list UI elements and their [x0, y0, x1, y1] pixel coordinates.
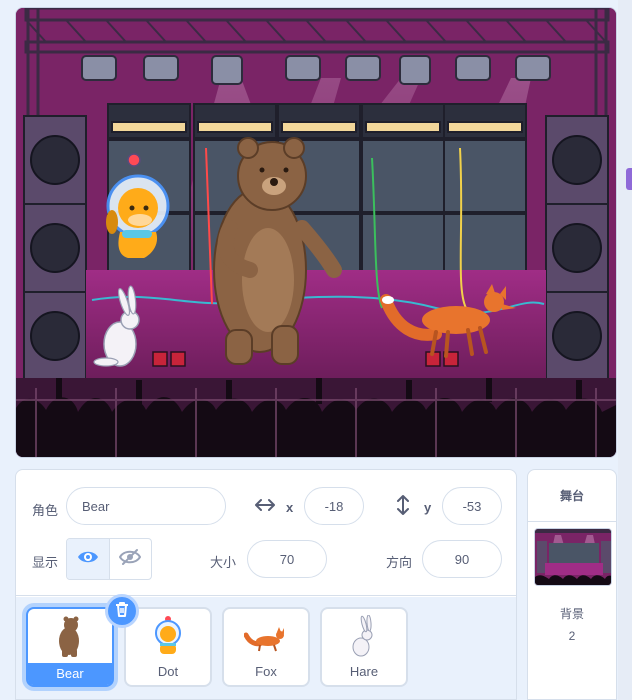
direction-label: 方向	[386, 555, 413, 570]
sprite-name: Dot	[157, 664, 179, 679]
sprite-name-input[interactable]: Bear	[66, 487, 226, 525]
direction-input[interactable]: 90	[422, 540, 502, 578]
stage-target-panel[interactable]: 舞台 背景 2	[527, 469, 617, 700]
show-label: 显示	[32, 555, 59, 570]
y-label: y	[424, 500, 432, 515]
eye-icon	[77, 549, 99, 570]
hare-thumbnail	[322, 615, 406, 659]
sprite-name: Hare	[349, 664, 379, 679]
sprite-tile-hare[interactable]: Hare	[320, 607, 408, 687]
size-value: 70	[279, 551, 295, 567]
sprite-name: Bear	[28, 663, 112, 685]
sprite-list: Bear Dot Fox Hare	[16, 597, 516, 699]
scroll-nub[interactable]	[626, 168, 632, 190]
sprite-info-panel: 角色 Bear x -18 y -53 显示 大小 70 方向 90 Bear …	[15, 469, 517, 700]
y-value: -53	[462, 498, 482, 514]
hide-sprite-button[interactable]	[108, 539, 152, 579]
sprite-tile-dot[interactable]: Dot	[124, 607, 212, 687]
window-edge	[618, 0, 632, 700]
y-arrows-icon	[396, 494, 410, 521]
stage-panel-title: 舞台	[528, 470, 616, 522]
show-sprite-button[interactable]	[67, 539, 109, 579]
sprite-tile-bear[interactable]: Bear	[26, 607, 114, 687]
visibility-toggle	[66, 538, 152, 580]
sprite-name-value: Bear	[82, 498, 110, 514]
x-value: -18	[324, 498, 344, 514]
eye-slash-icon	[119, 548, 142, 571]
dot-thumbnail	[126, 615, 210, 659]
y-input[interactable]: -53	[442, 487, 502, 525]
direction-value: 90	[454, 551, 470, 567]
concert-backdrop	[16, 8, 616, 457]
stage-canvas[interactable]	[15, 7, 617, 458]
sprite-tile-fox[interactable]: Fox	[222, 607, 310, 687]
stage-backdrop-thumbnail[interactable]	[534, 528, 612, 586]
trash-icon	[115, 601, 129, 622]
sprite-name: Fox	[255, 664, 277, 679]
fox-thumbnail	[224, 615, 308, 659]
bear-thumbnail	[28, 615, 112, 659]
sprite-label: 角色	[32, 503, 59, 518]
x-arrows-icon	[254, 496, 276, 519]
sprite-info: 角色 Bear x -18 y -53 显示 大小 70 方向 90	[16, 470, 516, 596]
size-label: 大小	[210, 555, 237, 570]
x-input[interactable]: -18	[304, 487, 364, 525]
backdrops-label: 背景	[559, 607, 584, 621]
x-label: x	[286, 500, 294, 515]
delete-sprite-button[interactable]	[105, 594, 139, 628]
backdrops-count: 2	[568, 629, 576, 643]
size-input[interactable]: 70	[247, 540, 327, 578]
